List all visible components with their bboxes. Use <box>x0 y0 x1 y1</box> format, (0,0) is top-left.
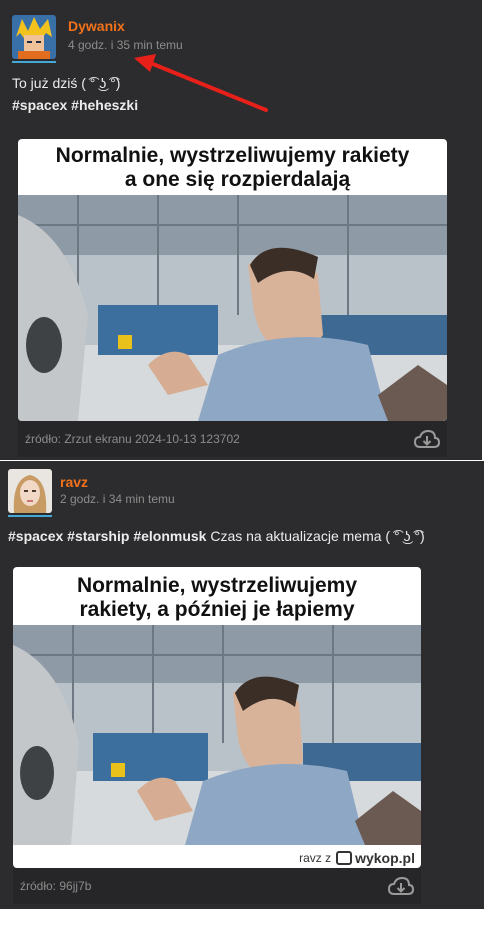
download-cloud-icon[interactable] <box>387 876 415 897</box>
download-cloud-icon[interactable] <box>413 429 441 450</box>
user-avatar[interactable] <box>12 15 56 59</box>
factory-photo <box>13 625 421 845</box>
tag-elonmusk[interactable]: #elonmusk <box>133 528 206 544</box>
wykop-logo: wykop.pl <box>336 850 415 866</box>
timestamp[interactable]: 2 godz. i 34 min temu <box>60 492 175 506</box>
meme-caption-line-1: Normalnie, wystrzeliwujemy <box>76 574 358 597</box>
post-text-line: #spacex #starship #elonmusk Czas na aktu… <box>8 525 425 547</box>
post-text: To już dziś ( ͡° ͜ʖ ͡°) <box>12 75 121 91</box>
source-bar: źródło: 96jj7b <box>13 868 421 904</box>
tag-spacex[interactable]: #spacex <box>8 528 63 544</box>
avatar-status-bar <box>8 515 52 517</box>
wykop-logo-icon <box>336 851 353 865</box>
source-label[interactable]: źródło: 96jj7b <box>20 879 91 893</box>
wykop-watermark: ravz z wykop.pl <box>299 850 415 866</box>
source-bar: źródło: Zrzut ekranu 2024-10-13 123702 <box>18 421 447 457</box>
post-1: Dywanix 4 godz. i 35 min temu To już dzi… <box>0 0 482 460</box>
source-label[interactable]: źródło: Zrzut ekranu 2024-10-13 123702 <box>25 432 240 446</box>
username[interactable]: Dywanix <box>68 18 125 34</box>
avatar-status-bar <box>12 61 56 63</box>
tag-heheszki[interactable]: #heheszki <box>71 97 138 113</box>
factory-photo <box>18 195 447 421</box>
wykop-logo-text: wykop.pl <box>355 850 415 866</box>
meme-caption-line-2: rakiety, a później je łapiemy <box>79 598 355 621</box>
post-image[interactable]: Normalnie, wystrzeliwujemy rakiety a one… <box>18 139 447 421</box>
meme-caption-line-1: Normalnie, wystrzeliwujemy rakiety <box>55 144 410 167</box>
post-text: Czas na aktualizacje mema ( ͡° ͜ʖ ͡°) <box>210 528 425 544</box>
tag-spacex[interactable]: #spacex <box>12 97 67 113</box>
tag-list: #spacex #heheszki <box>12 94 138 116</box>
tag-starship[interactable]: #starship <box>67 528 129 544</box>
username[interactable]: ravz <box>60 474 88 490</box>
post-2: ravz 2 godz. i 34 min temu #spacex #star… <box>0 461 484 909</box>
timestamp[interactable]: 4 godz. i 35 min temu <box>68 38 183 52</box>
meme-caption-line-2: a one się rozpierdalają <box>124 168 351 191</box>
watermark-author: ravz z <box>299 851 332 865</box>
annotation-arrow <box>134 54 268 112</box>
user-avatar[interactable] <box>8 469 52 513</box>
post-image[interactable]: Normalnie, wystrzeliwujemy rakiety, a pó… <box>13 567 421 868</box>
